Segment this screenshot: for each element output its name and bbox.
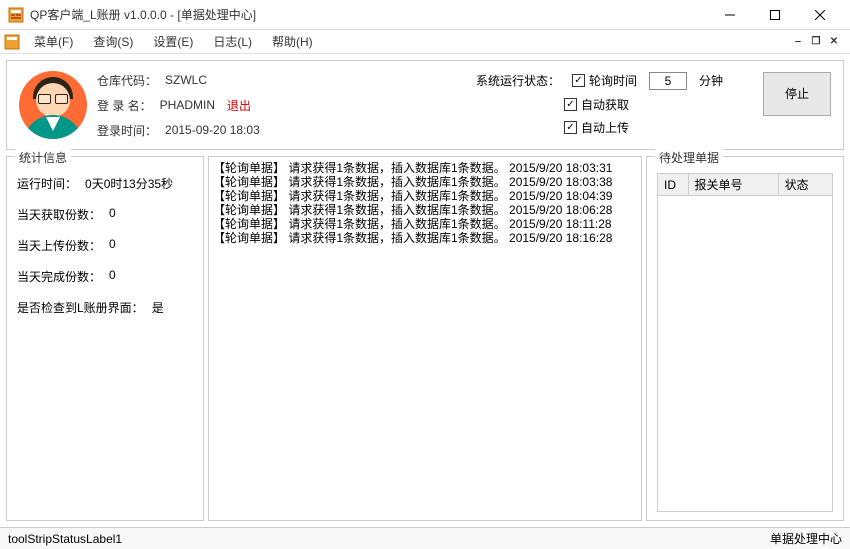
- auto-upload-checkbox[interactable]: ✓: [564, 121, 577, 134]
- menu-file[interactable]: 菜单(F): [24, 31, 83, 52]
- login-time-value: 2015-09-20 18:03: [165, 123, 260, 137]
- pending-table-wrap[interactable]: ID 报关单号 状态: [657, 173, 833, 512]
- window-title: QP客户端_L账册 v1.0.0.0 - [单据处理中心]: [30, 6, 707, 23]
- statusbar-right: 单据处理中心: [770, 530, 842, 547]
- col-id[interactable]: ID: [658, 174, 688, 196]
- log-line: 【轮询单据】 请求获得1条数据，插入数据库1条数据。 2015/9/20 18:…: [213, 161, 637, 175]
- runtime-label: 运行时间：: [17, 175, 77, 192]
- maximize-button[interactable]: [752, 1, 797, 29]
- close-button[interactable]: [797, 1, 842, 29]
- titlebar: QP客户端_L账册 v1.0.0.0 - [单据处理中心]: [0, 0, 850, 30]
- log-line: 【轮询单据】 请求获得1条数据，插入数据库1条数据。 2015/9/20 18:…: [213, 189, 637, 203]
- login-time-label: 登录时间：: [97, 122, 157, 139]
- stop-button-label: 停止: [785, 85, 809, 102]
- statusbar-left: toolStripStatusLabel1: [8, 532, 122, 546]
- col-status[interactable]: 状态: [778, 174, 832, 196]
- auto-fetch-label: 自动获取: [581, 96, 629, 113]
- menu-icon: [4, 34, 20, 50]
- app-icon: [8, 7, 24, 23]
- menu-settings[interactable]: 设置(E): [143, 31, 203, 52]
- menubar: 菜单(F) 查询(S) 设置(E) 日志(L) 帮助(H) ‒ ❐ ✕: [0, 30, 850, 54]
- complete-count-value: 0: [109, 268, 116, 285]
- stop-button[interactable]: 停止: [763, 72, 831, 116]
- log-line: 【轮询单据】 请求获得1条数据，插入数据库1条数据。 2015/9/20 18:…: [213, 231, 637, 245]
- pending-panel: 待处理单据 ID 报关单号 状态: [646, 156, 844, 521]
- window-controls: [707, 1, 842, 29]
- stats-legend: 统计信息: [15, 149, 71, 166]
- minimize-button[interactable]: [707, 1, 752, 29]
- content-area: 仓库代码： SZWLC 登 录 名： PHADMIN 退出 登录时间： 2015…: [0, 54, 850, 527]
- log-line: 【轮询单据】 请求获得1条数据，插入数据库1条数据。 2015/9/20 18:…: [213, 175, 637, 189]
- fetch-count-value: 0: [109, 206, 116, 223]
- status-info: 系统运行状态： ✓ 轮询时间 分钟 ✓ 自动获取 ✓: [476, 72, 723, 136]
- mdi-restore-button[interactable]: ❐: [808, 35, 824, 49]
- login-info: 仓库代码： SZWLC 登 录 名： PHADMIN 退出 登录时间： 2015…: [97, 72, 260, 139]
- poll-unit: 分钟: [699, 72, 723, 89]
- auto-fetch-checkbox[interactable]: ✓: [564, 98, 577, 111]
- login-name-label: 登 录 名：: [97, 97, 152, 114]
- logout-link[interactable]: 退出: [227, 97, 251, 114]
- pending-table: ID 报关单号 状态: [658, 174, 832, 196]
- upload-count-label: 当天上传份数：: [17, 237, 101, 254]
- runtime-value: 0天0时13分35秒: [85, 175, 173, 192]
- fetch-count-label: 当天获取份数：: [17, 206, 101, 223]
- check-value: 是: [152, 299, 164, 316]
- stats-panel: 统计信息 运行时间： 0天0时13分35秒 当天获取份数： 0 当天上传份数： …: [6, 156, 204, 521]
- poll-label: 轮询时间: [589, 72, 637, 89]
- auto-upload-label: 自动上传: [581, 119, 629, 136]
- log-panel[interactable]: 【轮询单据】 请求获得1条数据，插入数据库1条数据。 2015/9/20 18:…: [208, 156, 642, 521]
- log-line: 【轮询单据】 请求获得1条数据，插入数据库1条数据。 2015/9/20 18:…: [213, 203, 637, 217]
- menu-query[interactable]: 查询(S): [83, 31, 143, 52]
- menu-help[interactable]: 帮助(H): [262, 31, 323, 52]
- avatar: [19, 71, 87, 139]
- poll-checkbox[interactable]: ✓: [572, 74, 585, 87]
- mdi-close-button[interactable]: ✕: [826, 35, 842, 49]
- menu-log[interactable]: 日志(L): [203, 31, 262, 52]
- warehouse-label: 仓库代码：: [97, 72, 157, 89]
- status-label: 系统运行状态：: [476, 72, 560, 89]
- header-panel: 仓库代码： SZWLC 登 录 名： PHADMIN 退出 登录时间： 2015…: [6, 60, 844, 150]
- mdi-minimize-button[interactable]: ‒: [790, 35, 806, 49]
- pending-legend: 待处理单据: [655, 149, 723, 166]
- check-label: 是否检查到L账册界面：: [17, 299, 144, 316]
- poll-interval-input[interactable]: [649, 72, 687, 90]
- warehouse-value: SZWLC: [165, 73, 207, 87]
- complete-count-label: 当天完成份数：: [17, 268, 101, 285]
- main-panels: 统计信息 运行时间： 0天0时13分35秒 当天获取份数： 0 当天上传份数： …: [6, 156, 844, 521]
- col-docno[interactable]: 报关单号: [688, 174, 778, 196]
- login-name-value: PHADMIN: [160, 98, 215, 112]
- upload-count-value: 0: [109, 237, 116, 254]
- mdi-controls: ‒ ❐ ✕: [790, 35, 846, 49]
- statusbar: toolStripStatusLabel1 单据处理中心: [0, 527, 850, 549]
- info-columns: 仓库代码： SZWLC 登 录 名： PHADMIN 退出 登录时间： 2015…: [97, 72, 831, 139]
- log-line: 【轮询单据】 请求获得1条数据，插入数据库1条数据。 2015/9/20 18:…: [213, 217, 637, 231]
